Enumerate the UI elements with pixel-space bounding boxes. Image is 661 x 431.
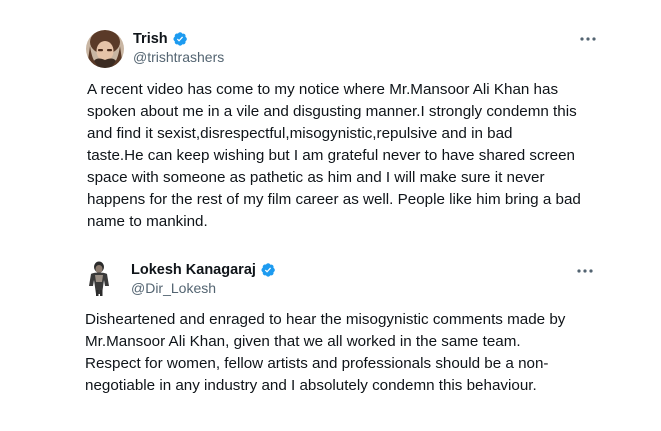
tweet-text: A recent video has come to my notice whe… — [87, 81, 581, 230]
avatar[interactable] — [86, 30, 124, 68]
author-name-row: Trish — [133, 31, 188, 47]
tweet-text: Disheartened and enraged to hear the mis… — [85, 311, 566, 394]
display-name[interactable]: Lokesh Kanagaraj — [131, 262, 256, 278]
author-name-row: Lokesh Kanagaraj — [131, 262, 276, 278]
tweet-trish: Trish @trishtrashers A recent video has … — [0, 0, 661, 250]
more-horizontal-icon[interactable] — [575, 264, 595, 276]
tweet-lokesh: Lokesh Kanagaraj @Dir_Lokesh Disheartene… — [0, 250, 661, 431]
user-handle[interactable]: @Dir_Lokesh — [131, 280, 216, 296]
more-horizontal-icon[interactable] — [578, 32, 598, 44]
verified-badge-icon — [260, 262, 276, 278]
avatar[interactable] — [85, 260, 113, 296]
user-handle[interactable]: @trishtrashers — [133, 49, 224, 65]
display-name[interactable]: Trish — [133, 31, 168, 47]
verified-badge-icon — [172, 31, 188, 47]
